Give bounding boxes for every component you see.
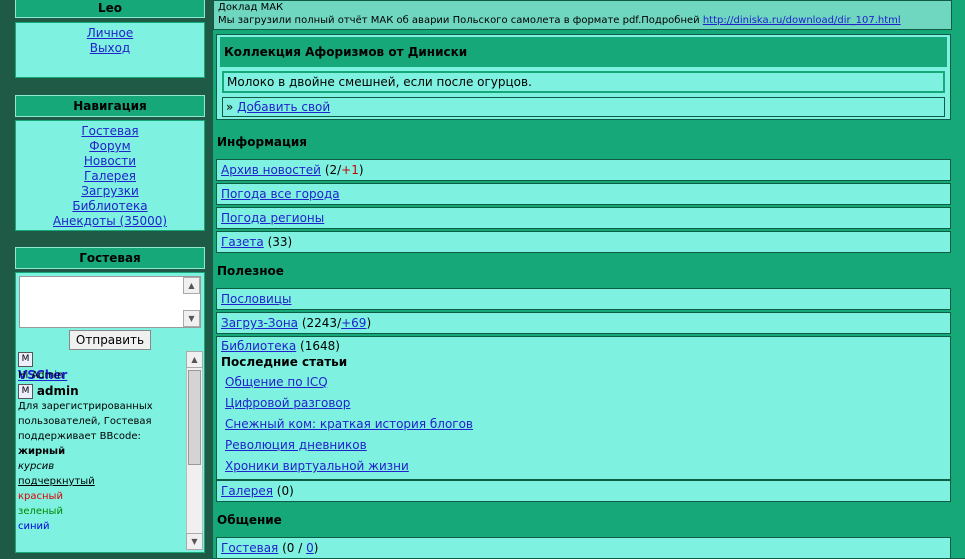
proverbs-link[interactable]: Пословицы bbox=[221, 292, 292, 306]
bbcode-bold-example: жирный bbox=[18, 446, 66, 457]
list-item: Загруз-Зона (2243/+69) bbox=[216, 312, 951, 334]
archive-count-close: ) bbox=[358, 163, 364, 177]
guestbook-title: Гостевая bbox=[15, 247, 205, 269]
article-link[interactable]: Хроники виртуальной жизни bbox=[225, 459, 409, 473]
messages-scroll-thumb[interactable] bbox=[188, 370, 201, 465]
list-item: Газета (33) bbox=[216, 231, 951, 253]
user-box-title: Leo bbox=[15, 0, 205, 18]
nav-title: Навигация bbox=[15, 95, 205, 117]
library-link[interactable]: Библиотека bbox=[221, 339, 296, 353]
gazeta-count: (33) bbox=[267, 235, 293, 249]
bbcode-blue-example: синий bbox=[18, 521, 50, 532]
guestbook-new-link[interactable]: 0 bbox=[306, 541, 314, 555]
bbcode-red-example: красный bbox=[18, 491, 63, 502]
gallery-link[interactable]: Галерея bbox=[221, 484, 273, 498]
zagruz-count-close: ) bbox=[366, 316, 372, 330]
zagruz-zone-link[interactable]: Загруз-Зона bbox=[221, 316, 298, 330]
aphorism-box: Коллекция Афоризмов от Диниски Молоко в … bbox=[216, 34, 951, 120]
archive-count: (2/ bbox=[324, 163, 342, 177]
library-line: Библиотека (1648) bbox=[221, 338, 950, 355]
messages-scroll-up-icon[interactable]: ▲ bbox=[186, 351, 203, 368]
notice-body: Мы загрузили полный отчёт МАК об аварии … bbox=[218, 14, 951, 27]
nav-item-downloads[interactable]: Загрузки bbox=[16, 184, 204, 199]
messages-scroll-down-icon[interactable]: ▼ bbox=[186, 533, 203, 550]
logout-link[interactable]: Выход bbox=[16, 41, 204, 56]
weather-regions-link[interactable]: Погода регионы bbox=[221, 211, 324, 225]
zagruz-count: (2243/ bbox=[301, 316, 342, 330]
article-link[interactable]: Цифровой разговор bbox=[225, 396, 350, 410]
sidebar: Leo Личное Выход Навигация Гостевая Фору… bbox=[0, 0, 213, 558]
aphorism-quote: Молоко в двойне смешней, если после огур… bbox=[222, 71, 945, 93]
add-prefix: » bbox=[226, 100, 234, 114]
nav-box: Гостевая Форум Новости Галерея Загрузки … bbox=[15, 120, 205, 231]
news-archive-link[interactable]: Архив новостей bbox=[221, 163, 321, 177]
nav-item-guestbook[interactable]: Гостевая bbox=[16, 124, 204, 139]
list-item: Пословицы bbox=[216, 288, 951, 310]
library-block: Библиотека (1648) Последние статьи Общен… bbox=[216, 336, 951, 480]
message-2-author: admin bbox=[36, 384, 79, 398]
bbcode-green-example: зеленый bbox=[18, 506, 63, 517]
nav-item-news[interactable]: Новости bbox=[16, 154, 204, 169]
guestbook-count: (0 / bbox=[282, 541, 303, 555]
nav-item-jokes[interactable]: Анекдоты (35000) bbox=[16, 214, 204, 229]
guestbook-count-close: ) bbox=[313, 541, 319, 555]
message-2-header: M admin bbox=[18, 383, 186, 399]
archive-new-count: +1 bbox=[341, 163, 359, 177]
message-1-header: M VSCher bbox=[18, 351, 186, 382]
articles-list: Общение по ICQ Цифровой разговор Снежный… bbox=[221, 369, 950, 477]
user-box: Личное Выход bbox=[15, 22, 205, 78]
article-link[interactable]: Снежный ком: краткая история блогов bbox=[225, 417, 473, 431]
section-communication-title: Общение bbox=[213, 505, 952, 535]
textarea-scroll-up-icon[interactable]: ▲ bbox=[183, 277, 200, 294]
guestbook-box: ▲ ▼ Отправить M VSCher Hi Admin M admin … bbox=[15, 272, 205, 553]
send-button[interactable]: Отправить bbox=[69, 330, 151, 350]
list-item: Архив новостей (2/+1) bbox=[216, 159, 951, 181]
message-2-text: Для зарегистрированных пользователей, Го… bbox=[18, 401, 153, 442]
weather-all-link[interactable]: Погода все города bbox=[221, 187, 340, 201]
guestbook-messages: M VSCher Hi Admin M admin Для зарегистри… bbox=[16, 351, 186, 551]
library-count: (1648) bbox=[300, 339, 340, 353]
nav-item-forum[interactable]: Форум bbox=[16, 139, 204, 154]
article-link[interactable]: Революция дневников bbox=[225, 438, 367, 452]
article-link[interactable]: Общение по ICQ bbox=[225, 375, 328, 389]
message-1-text: Hi Admin bbox=[18, 370, 64, 381]
list-item: Гостевая (0 / 0) bbox=[216, 537, 951, 559]
nav-item-gallery[interactable]: Галерея bbox=[16, 169, 204, 184]
list-item: Галерея (0) bbox=[216, 480, 951, 502]
aphorism-title: Коллекция Афоризмов от Диниски bbox=[220, 37, 947, 67]
member-badge-icon: M bbox=[18, 352, 33, 367]
section-info-title: Информация bbox=[213, 128, 952, 156]
bbcode-italic-example: курсив bbox=[18, 461, 55, 472]
personal-link[interactable]: Личное bbox=[16, 26, 204, 41]
gazeta-link[interactable]: Газета bbox=[221, 235, 264, 249]
guestbook-link[interactable]: Гостевая bbox=[221, 541, 278, 555]
main-content: Доклад МАК Мы загрузили полный отчёт МАК… bbox=[213, 0, 965, 559]
textarea-scroll-down-icon[interactable]: ▼ bbox=[183, 310, 200, 327]
notice-link[interactable]: http://diniska.ru/download/dir_107.html bbox=[703, 15, 901, 26]
guestbook-textarea[interactable]: ▲ ▼ bbox=[19, 276, 201, 328]
list-item: Погода все города bbox=[216, 183, 951, 205]
top-notice: Доклад МАК Мы загрузили полный отчёт МАК… bbox=[213, 0, 952, 30]
latest-articles-title: Последние статьи bbox=[221, 355, 348, 369]
zagruz-new-link[interactable]: +69 bbox=[341, 316, 366, 330]
list-item: Погода регионы bbox=[216, 207, 951, 229]
notice-title: Доклад МАК bbox=[218, 2, 284, 13]
gallery-count: (0) bbox=[276, 484, 294, 498]
add-aphorism-link[interactable]: Добавить свой bbox=[237, 100, 330, 114]
bbcode-underline-example: подчеркнутый bbox=[18, 476, 95, 487]
section-useful-title: Полезное bbox=[213, 256, 952, 286]
aphorism-add: » Добавить свой bbox=[222, 97, 945, 117]
nav-item-library[interactable]: Библиотека bbox=[16, 199, 204, 214]
member-badge-icon: M bbox=[18, 384, 33, 399]
notice-text: Мы загрузили полный отчёт МАК об аварии … bbox=[218, 15, 700, 26]
messages-scrollbar[interactable]: ▲ ▼ bbox=[186, 351, 203, 550]
